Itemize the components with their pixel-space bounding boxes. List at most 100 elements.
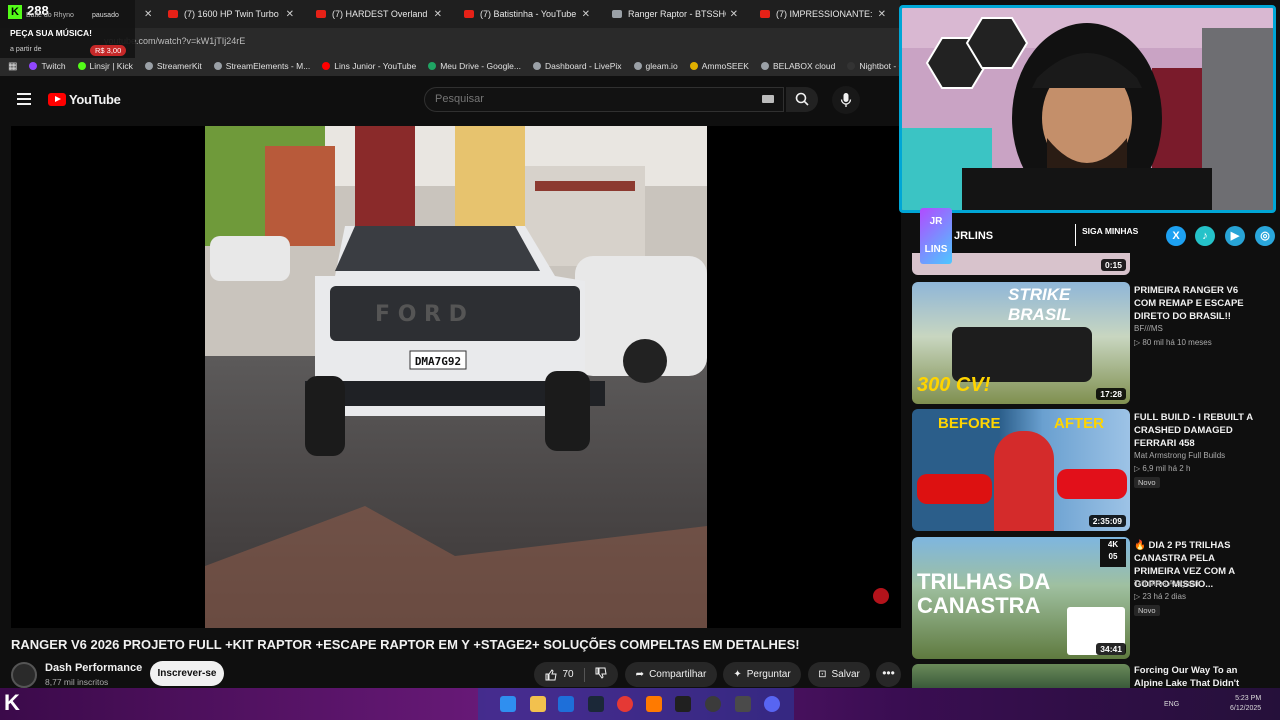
language-indicator[interactable]: ENG [1164, 701, 1179, 708]
recommendation-channel[interactable]: Trilheiros Araguari [1134, 579, 1199, 588]
gleam-icon [633, 62, 642, 70]
search-button[interactable] [786, 87, 818, 112]
keyboard-icon[interactable] [762, 95, 774, 103]
video-thumbnail[interactable]: STRIKE BRASIL 300 CV! 17:28 [912, 282, 1130, 404]
video-player[interactable]: F O R D DMA7G92 [11, 126, 901, 628]
browser-tab[interactable]: (7) 1600 HP Twin Turbo Ford✕ [154, 0, 302, 28]
bookmark[interactable]: Meu Drive - Google... [428, 61, 521, 71]
more-actions-button[interactable]: ••• [876, 662, 901, 687]
bookmark[interactable]: StreamerKit [144, 61, 202, 71]
channel-name[interactable]: Dash Performance [45, 662, 142, 674]
app-icon[interactable] [646, 696, 662, 712]
youtube-icon [760, 10, 770, 18]
clock[interactable]: 5:23 PM 6/12/2025 [1230, 694, 1261, 714]
kick-logo-icon: K [8, 5, 22, 19]
close-icon[interactable]: ✕ [878, 9, 886, 20]
browser-tab[interactable]: (7) IMPRESSIONANTE: Ford✕ [746, 0, 894, 28]
recommendation-channel[interactable]: BF///MS [1134, 324, 1163, 333]
new-badge: Novo [1134, 605, 1160, 616]
chrome-icon[interactable] [617, 696, 633, 712]
search-box[interactable] [424, 87, 784, 112]
browser-tab[interactable]: Ranger Raptor - BTSSHOP✕ [598, 0, 746, 28]
x-icon: X [1166, 226, 1186, 246]
kick-song-request-overlay: K 288 Batle do Rhyno pausado PEÇA SUA MÚ… [0, 0, 135, 58]
windows-start-icon[interactable] [500, 696, 516, 712]
edge-icon[interactable] [558, 696, 574, 712]
save-button[interactable]: ⊡ Salvar [808, 662, 870, 687]
more-horiz-icon: ••• [882, 666, 895, 680]
youtube-icon [464, 10, 474, 18]
bookmark[interactable]: AmmoSEEK [689, 61, 749, 71]
terminal-icon[interactable] [675, 696, 691, 712]
channel-subscribers: 8,77 mil inscritos [45, 677, 109, 687]
song-status: pausado [92, 12, 119, 19]
youtube-icon [168, 10, 178, 18]
channel-watermark-icon[interactable] [873, 588, 889, 604]
calculator-icon[interactable] [735, 696, 751, 712]
close-icon[interactable]: ✕ [582, 9, 590, 20]
license-plate: DMA7G92 [415, 355, 461, 368]
bookmark[interactable]: Linsjr | Kick [77, 61, 133, 71]
recommendation-item[interactable]: TRILHAS DA CANASTRA 4K 05 34:41 🔥 DIA 2 P… [912, 537, 1272, 659]
video-frame[interactable]: F O R D DMA7G92 [205, 126, 707, 628]
webcam-feed [902, 8, 1273, 210]
dislike-button[interactable] [595, 667, 607, 682]
hamburger-menu-icon[interactable] [17, 93, 31, 105]
like-button[interactable]: 70 [545, 668, 574, 681]
youtube-logo[interactable]: YouTube [48, 92, 121, 107]
kick-taskbar-logo-icon: K [4, 690, 20, 715]
recommendation-item[interactable]: Forcing Our Way To an Alpine Lake That D… [912, 664, 1272, 688]
recommendation-channel[interactable]: Mat Armstrong Full Builds [1134, 451, 1225, 460]
subscribe-button[interactable]: Inscrever-se [150, 661, 224, 686]
shop-icon [612, 10, 622, 18]
youtube-icon [322, 62, 331, 70]
recommendation-title[interactable]: PRIMEIRA RANGER V6 COM REMAP E ESCAPE DI… [1134, 284, 1262, 323]
search-input[interactable] [435, 93, 735, 105]
youtube-icon: ▶ [1225, 226, 1245, 246]
recommendation-item[interactable]: BEFORE AFTER 2:35:09 FULL BUILD - I REBU… [912, 409, 1272, 531]
browser-tab[interactable]: (7) Batistinha - YouTube ✕ [450, 0, 598, 28]
recommendation-item[interactable]: 0:15 [912, 253, 1272, 275]
recommendation-item[interactable]: STRIKE BRASIL 300 CV! 17:28 PRIMEIRA RAN… [912, 282, 1272, 404]
video-thumbnail[interactable]: BEFORE AFTER 2:35:09 [912, 409, 1130, 531]
streamerkit-icon [144, 62, 153, 70]
bookmark[interactable]: gleam.io [633, 61, 678, 71]
video-thumbnail[interactable] [912, 664, 1130, 688]
share-icon: ➦ [635, 669, 645, 680]
bookmark[interactable]: Lins Junior - YouTube [322, 61, 416, 71]
ask-button[interactable]: ✦ Perguntar [723, 662, 801, 687]
bookmark[interactable]: Dashboard - LivePix [533, 61, 622, 71]
streamer-name: JRLINS [954, 230, 994, 242]
recommendation-meta: ▷ 23 há 2 dias [1134, 592, 1186, 601]
kick-icon [77, 62, 86, 70]
price-from-label: a partir de [10, 46, 42, 53]
webcam-overlay [899, 5, 1276, 213]
close-icon[interactable]: ✕ [434, 9, 442, 20]
file-explorer-icon[interactable] [530, 696, 546, 712]
steam-icon[interactable] [588, 696, 604, 712]
overlay-divider [1075, 224, 1076, 246]
bookmark[interactable]: Twitch [29, 61, 66, 71]
bookmark[interactable]: BELABOX cloud [760, 61, 835, 71]
bookmark[interactable]: Nightbot - Comm [847, 61, 900, 71]
tab-close-icon[interactable]: ✕ [140, 0, 154, 28]
voice-search-button[interactable] [832, 86, 860, 114]
close-icon[interactable]: ✕ [730, 9, 738, 20]
obs-icon[interactable] [705, 696, 721, 712]
discord-icon[interactable] [764, 696, 780, 712]
bookmark[interactable]: StreamElements - M... [213, 61, 310, 71]
thumbs-up-icon [545, 668, 558, 680]
share-button[interactable]: ➦ Compartilhar [625, 662, 717, 687]
youtube-play-icon [48, 93, 66, 106]
instagram-icon: ◎ [1255, 226, 1275, 246]
address-bar[interactable]: youtube.com/watch?v=kW1jTIj24rE [0, 28, 900, 56]
apps-icon[interactable]: ▦ [8, 61, 17, 72]
browser-tab[interactable]: (7) HARDEST Overland Trail✕ [302, 0, 450, 28]
close-icon[interactable]: ✕ [286, 9, 294, 20]
channel-avatar[interactable] [11, 662, 37, 688]
recommendation-meta: ▷ 6,9 mil há 2 h [1134, 464, 1191, 473]
drive-icon [428, 62, 437, 70]
recommendation-title[interactable]: FULL BUILD - I REBUILT A CRASHED DAMAGED… [1134, 411, 1262, 450]
recommendation-title[interactable]: Forcing Our Way To an Alpine Lake That D… [1134, 664, 1262, 688]
video-thumbnail[interactable]: TRILHAS DA CANASTRA 4K 05 34:41 [912, 537, 1130, 659]
